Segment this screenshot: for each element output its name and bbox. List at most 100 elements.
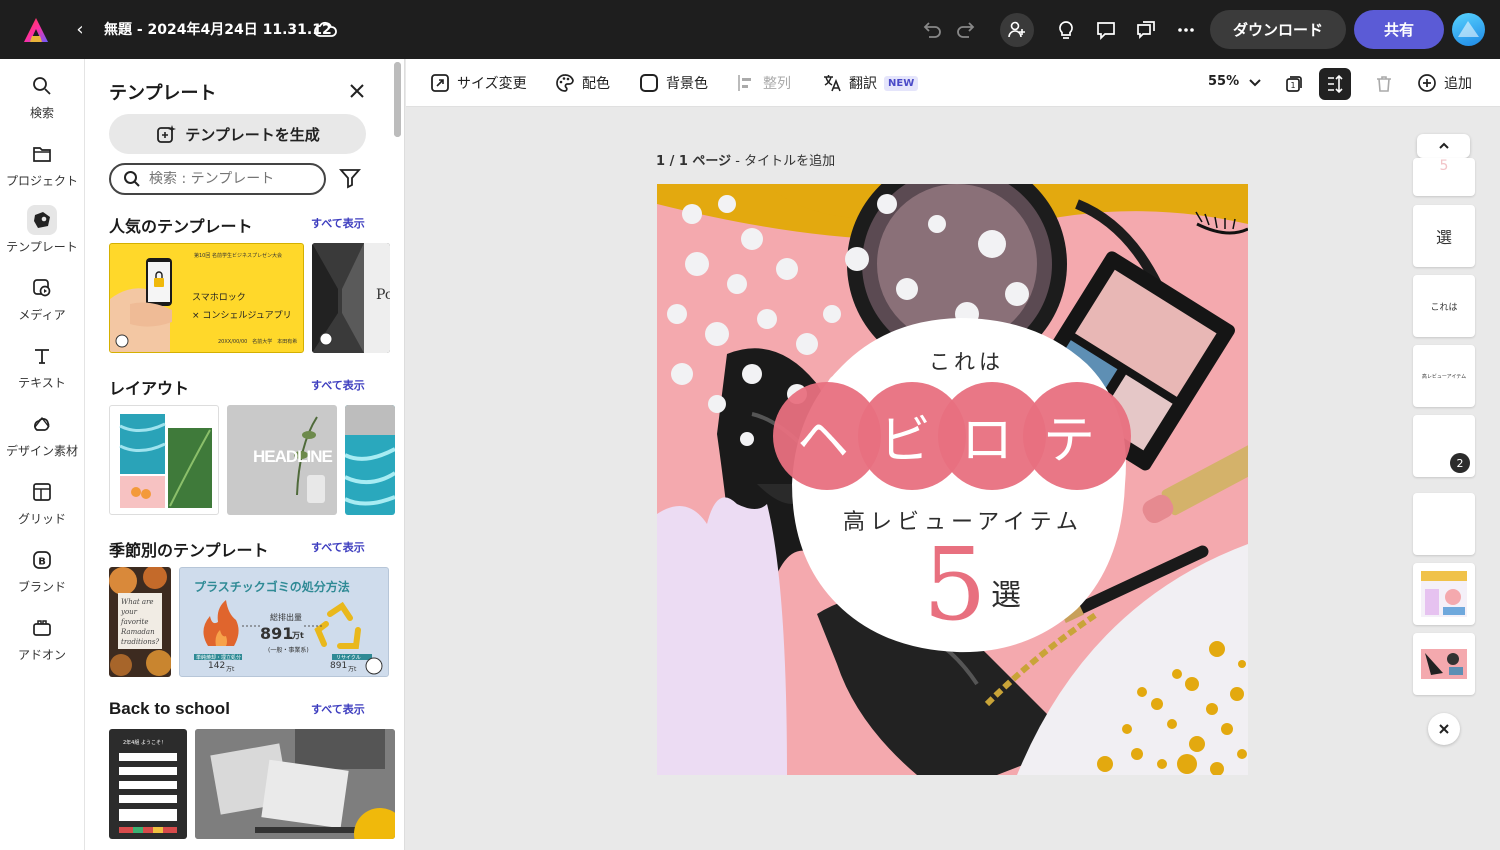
page-thumb-illustration — [1421, 649, 1467, 679]
layers-button[interactable] — [1319, 68, 1351, 100]
top-bar: ‹ 無題 - 2024年4月24日 11.31.12 ダウンロード 共有 — [0, 0, 1500, 59]
rail-label: グリッド — [17, 512, 66, 526]
app-logo-icon[interactable] — [22, 16, 50, 44]
cloud-sync-icon[interactable] — [314, 19, 338, 41]
plastic-right-unit: 万t — [348, 666, 357, 673]
rail-item-grid[interactable]: グリッド — [0, 477, 84, 539]
panel-title: テンプレート — [109, 83, 217, 104]
page-thumb-8[interactable] — [1413, 633, 1475, 695]
generate-template-button[interactable]: テンプレートを生成 — [109, 114, 366, 154]
rail-item-media[interactable]: メディア — [0, 273, 84, 335]
layout-thumb-headline[interactable]: HEADLINE — [227, 405, 337, 515]
page-thumb-7[interactable] — [1413, 563, 1475, 625]
rail-item-design-elements[interactable]: デザイン素材 — [0, 409, 84, 471]
translate-icon — [824, 75, 841, 92]
thumb-footer: 20XX/00/00 名前大学 本田有希 — [218, 339, 298, 345]
rail-item-addons[interactable]: アドオン — [0, 613, 84, 675]
rail-label: 検索 — [29, 106, 54, 120]
background-color-label: 背景色 — [666, 76, 708, 92]
page-thumb-2[interactable]: 選 — [1413, 205, 1475, 267]
section-title-popular: 人気のテンプレート — [109, 217, 253, 236]
search-icon — [27, 71, 57, 101]
lightbulb-icon[interactable] — [1052, 16, 1080, 44]
rail-item-brand[interactable]: B ブランド — [0, 545, 84, 607]
design-number[interactable]: 5 — [923, 530, 987, 640]
design-small-heading[interactable]: これは — [929, 346, 1004, 376]
background-color-button[interactable]: 背景色 — [639, 72, 708, 94]
see-all-link-seasonal[interactable]: すべて表示 — [311, 539, 365, 555]
translate-label: 翻訳 — [849, 76, 877, 92]
download-button[interactable]: ダウンロード — [1210, 10, 1346, 49]
layout-thumb-ocean-leaf[interactable] — [109, 405, 219, 515]
rail-item-templates[interactable]: テンプレート — [0, 205, 84, 267]
redo-icon[interactable] — [952, 16, 980, 44]
see-all-link-school[interactable]: すべて表示 — [311, 701, 365, 717]
seasonal-card-text: What are your favorite Ramadan tradition… — [121, 598, 160, 646]
rail-item-projects[interactable]: プロジェクト — [0, 139, 84, 201]
svg-text:B: B — [38, 557, 46, 568]
thumb-header-text: 第10回 名前学生ビジネスプレゼン大会 — [194, 253, 282, 259]
template-icon — [27, 205, 57, 235]
page-thumb-1[interactable]: 5 — [1413, 158, 1475, 196]
add-page-button[interactable]: 追加 — [1417, 72, 1472, 94]
avatar[interactable] — [1452, 13, 1485, 46]
close-icon — [1439, 724, 1449, 734]
page-copy-icon: 1 — [1286, 76, 1302, 92]
chevron-up-icon — [1438, 142, 1449, 149]
chevron-down-icon[interactable] — [1246, 73, 1264, 91]
canvas-left-scrollbar[interactable] — [394, 62, 401, 137]
page-thumb-6[interactable] — [1413, 493, 1475, 555]
layout-thumb-headline-text: HEADLINE — [253, 447, 333, 466]
template-search-input[interactable] — [149, 171, 299, 187]
close-icon[interactable] — [347, 81, 367, 101]
comment-icon[interactable] — [1092, 16, 1120, 44]
more-icon[interactable] — [1172, 16, 1200, 44]
plastic-total-label: 総排出量 — [270, 613, 302, 622]
seasonal-thumb-ramadan[interactable]: What are your favorite Ramadan tradition… — [109, 567, 171, 677]
template-search[interactable] — [109, 163, 326, 195]
page-view-button[interactable]: 1 — [1278, 68, 1310, 100]
plastic-total-sub: (一般・事業系) — [268, 647, 309, 654]
layout-thumb-ocean[interactable] — [345, 405, 395, 515]
back-chevron-icon[interactable]: ‹ — [72, 18, 88, 42]
pages-close-button[interactable] — [1428, 713, 1460, 745]
section-title-seasonal: 季節別のテンプレート — [109, 541, 269, 560]
text-icon — [27, 341, 57, 371]
pages-up-button[interactable] — [1417, 134, 1470, 158]
page-thumb-3[interactable]: これは — [1413, 275, 1475, 337]
rail-label: デザイン素材 — [5, 444, 78, 458]
template-thumb-smartphone-lock[interactable]: 第10回 名前学生ビジネスプレゼン大会 スマホロック × コンシェルジュアプリ … — [109, 243, 304, 353]
design-big-text[interactable]: ヘビロテ — [797, 398, 1125, 473]
translate-button[interactable]: 翻訳 NEW — [822, 72, 919, 94]
page-label[interactable]: 1 / 1 ページ - タイトルを追加 — [656, 150, 835, 169]
trash-icon — [1377, 76, 1391, 92]
present-icon[interactable] — [1132, 16, 1160, 44]
undo-icon[interactable] — [918, 16, 946, 44]
seasonal-thumb-plastic[interactable]: プラスチックゴミの処分方法 総排出量 891 万t (一般・事業系) 単純焼却・… — [179, 567, 389, 677]
template-thumb-dark-alley[interactable]: Po — [312, 243, 390, 353]
invite-user-icon[interactable] — [1000, 13, 1034, 47]
design-artboard[interactable]: これは ヘビロテ 高レビューアイテム 5 選 — [657, 184, 1248, 775]
page-thumb-text: 高レビューアイテム — [1421, 373, 1467, 380]
filter-icon[interactable] — [339, 167, 361, 189]
color-button[interactable]: 配色 — [555, 72, 610, 94]
delete-button[interactable] — [1368, 68, 1400, 100]
add-label: 追加 — [1444, 76, 1472, 92]
resize-button[interactable]: サイズ変更 — [430, 72, 527, 94]
see-all-link-layout[interactable]: すべて表示 — [311, 377, 365, 393]
school-thumb-desk[interactable] — [195, 729, 395, 839]
document-title[interactable]: 無題 - 2024年4月24日 11.31.12 — [104, 19, 332, 39]
zoom-level[interactable]: 55% — [1208, 74, 1239, 89]
pages-strip: 5 選 これは 高レビューアイテム 2 — [1406, 107, 1500, 850]
rail-item-text[interactable]: テキスト — [0, 341, 84, 403]
share-button[interactable]: 共有 — [1354, 10, 1444, 49]
color-label: 配色 — [582, 76, 610, 92]
page-thumb-4[interactable]: 高レビューアイテム — [1413, 345, 1475, 407]
see-all-link-popular[interactable]: すべて表示 — [311, 215, 365, 231]
section-title-school: Back to school — [109, 699, 230, 718]
design-suffix[interactable]: 選 — [991, 570, 1021, 614]
align-button[interactable]: 整列 — [736, 72, 791, 94]
rail-label: プロジェクト — [5, 174, 78, 188]
rail-item-search[interactable]: 検索 — [0, 71, 84, 133]
school-thumb-form[interactable]: 2年4組 ようこそ！ — [109, 729, 187, 839]
